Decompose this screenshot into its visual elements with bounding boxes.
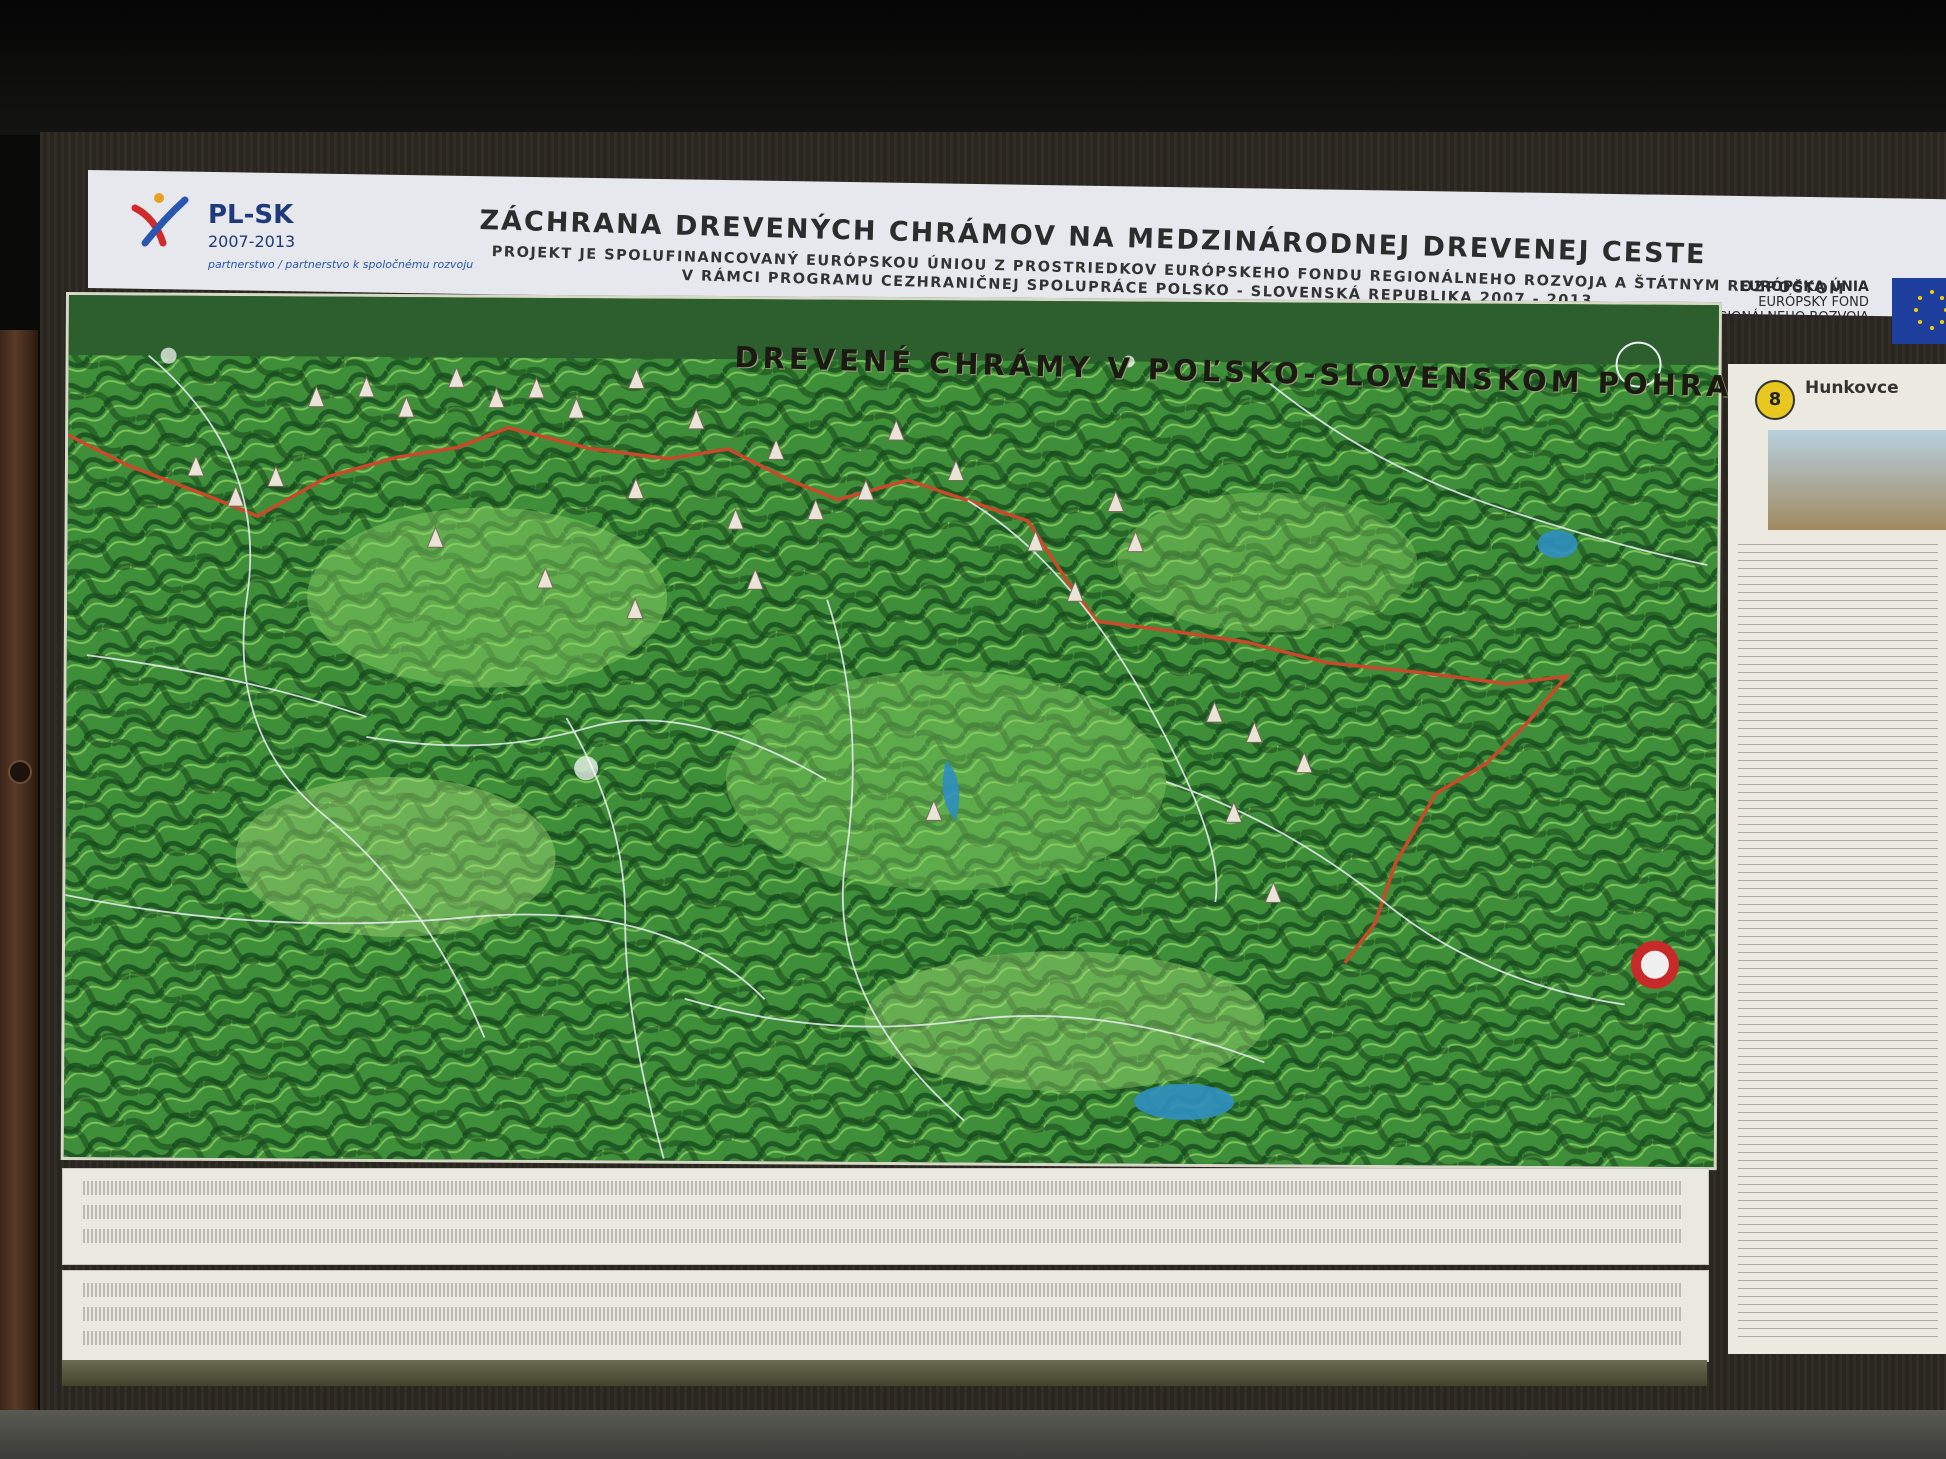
legend-row-upper (62, 1168, 1709, 1265)
board-bottom-strip (62, 1360, 1707, 1386)
church-illustration (1768, 430, 1946, 530)
pl-sk-logo-icon (131, 193, 189, 247)
terrain-map (60, 292, 1722, 1171)
eu-line-3: REGIONÁLNEHO ROZVOJA (1700, 310, 1869, 325)
map-terrain-graphic (63, 295, 1719, 1168)
church-name: Hunkovce (1805, 378, 1899, 398)
bolt-icon (8, 760, 32, 784)
dark-overhang (0, 0, 1946, 135)
eu-line-2: EURÓPSKY FOND (1758, 295, 1869, 310)
ground (0, 1410, 1946, 1459)
logo-title: PL-SK (208, 200, 294, 230)
legend-row-lower (62, 1270, 1709, 1362)
eu-flag-icon (1892, 278, 1946, 344)
church-number-badge: 8 (1755, 380, 1795, 420)
logo-tagline: partnerstwo / partnerstvo k spoločnému r… (208, 258, 474, 271)
wooden-post (0, 330, 38, 1410)
church-description-text (1738, 540, 1938, 1340)
logo-years: 2007-2013 (208, 232, 296, 251)
eu-label: EURÓPSKA ÚNIA EURÓPSKY FOND REGIONÁLNEHO… (1700, 279, 1869, 326)
eu-line-1: EURÓPSKA ÚNIA (1739, 279, 1869, 295)
